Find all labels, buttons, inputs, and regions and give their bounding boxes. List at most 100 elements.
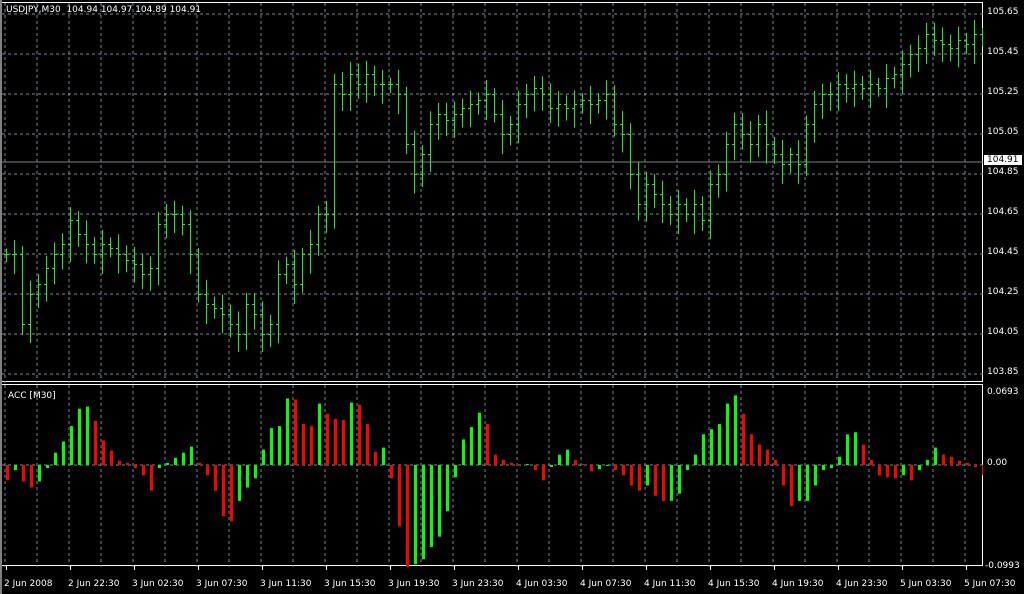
price-bar — [396, 70, 401, 114]
time-axis-label: 4 Jun 11:30 — [644, 579, 696, 589]
acc-histogram[interactable] — [2, 385, 983, 567]
acc-bar — [446, 465, 449, 512]
acc-bar — [718, 424, 721, 465]
acc-bar — [814, 465, 817, 486]
price-bar — [596, 93, 601, 114]
price-bar — [924, 22, 929, 64]
acc-bar — [398, 465, 401, 527]
price-axis-label: 104.05 — [987, 327, 1019, 337]
acc-bar — [694, 454, 697, 465]
price-bar — [156, 211, 161, 286]
acc-bar — [526, 463, 529, 465]
acc-bar — [838, 456, 841, 465]
acc-bar — [54, 452, 57, 465]
acc-bar — [14, 465, 17, 471]
acc-bar — [22, 465, 25, 482]
price-bar — [140, 253, 145, 290]
acc-bar — [734, 395, 737, 465]
acc-bar — [134, 465, 137, 469]
acc-bar — [886, 465, 889, 478]
price-bar — [660, 180, 665, 224]
price-bar — [260, 301, 265, 353]
time-tick — [710, 566, 711, 570]
price-bar — [612, 85, 617, 137]
price-bar — [764, 110, 769, 164]
acc-bar — [78, 408, 81, 465]
price-bar — [388, 77, 393, 93]
acc-bar — [846, 434, 849, 465]
price-bar — [580, 93, 585, 114]
time-tick — [134, 566, 135, 570]
acc-bar — [494, 454, 497, 465]
acc-bar — [262, 449, 265, 465]
close-value: 104.91 — [169, 5, 202, 15]
acc-bar — [782, 465, 785, 486]
price-bar — [852, 70, 857, 107]
price-bar — [476, 92, 481, 115]
time-tick — [646, 566, 647, 570]
price-chart[interactable] — [2, 3, 983, 383]
acc-bar — [574, 459, 577, 465]
acc-bar — [342, 419, 345, 465]
time-tick — [6, 566, 7, 570]
price-bar — [236, 311, 241, 352]
acc-bar — [430, 465, 433, 547]
acc-bar — [302, 424, 305, 465]
price-pane[interactable] — [2, 2, 983, 383]
price-bar — [124, 245, 129, 273]
price-bar — [172, 200, 177, 233]
acc-bar — [278, 426, 281, 465]
acc-bar — [94, 420, 97, 465]
chart-title-overlay: USDJPY,M30 104.94 104.97 104.89 104.91 — [6, 5, 201, 15]
price-bar — [892, 66, 897, 89]
price-bar — [668, 196, 673, 226]
price-bar — [204, 280, 209, 324]
indicator-pane[interactable] — [2, 384, 983, 567]
acc-bar — [678, 465, 681, 494]
acc-bar — [270, 428, 273, 465]
price-axis-label: 105.25 — [987, 87, 1019, 97]
price-bar — [500, 100, 505, 154]
acc-bar — [750, 434, 753, 465]
acc-bar — [454, 465, 457, 478]
acc-bar — [414, 465, 417, 565]
price-bar — [364, 60, 369, 103]
acc-bar — [798, 465, 801, 501]
acc-bar — [318, 403, 321, 465]
acc-bar — [30, 465, 33, 488]
price-bar — [948, 34, 953, 62]
acc-bar — [926, 459, 929, 465]
acc-bar — [702, 434, 705, 465]
time-tick — [326, 566, 327, 570]
price-bar — [636, 162, 641, 221]
acc-bar — [422, 465, 425, 560]
time-tick — [454, 566, 455, 570]
time-axis-label: 4 Jun 23:30 — [836, 579, 888, 589]
price-bar — [44, 255, 49, 302]
acc-bar — [550, 465, 553, 468]
price-bar — [332, 73, 337, 229]
acc-bar — [590, 465, 593, 472]
acc-bar — [70, 426, 73, 465]
time-tick — [390, 566, 391, 570]
acc-bar — [854, 432, 857, 465]
price-bar — [884, 64, 889, 108]
price-axis-label: 104.85 — [987, 167, 1019, 177]
acc-bar — [470, 427, 473, 465]
time-axis-label: 5 Jun 03:30 — [900, 579, 952, 589]
price-bar — [524, 84, 529, 119]
acc-bar — [894, 465, 897, 479]
price-bar — [716, 164, 721, 198]
acc-bar — [366, 424, 369, 465]
time-tick — [838, 566, 839, 570]
price-bar — [564, 95, 569, 121]
time-tick — [518, 566, 519, 570]
time-axis-label: 5 Jun 07:30 — [964, 579, 1016, 589]
price-bar — [748, 121, 753, 163]
acc-bar — [6, 465, 9, 481]
time-axis-label: 2 Jun 2008 — [4, 579, 53, 589]
acc-bar — [606, 465, 609, 467]
price-bar — [284, 256, 289, 285]
price-bar — [508, 116, 513, 146]
price-bar — [244, 292, 249, 351]
